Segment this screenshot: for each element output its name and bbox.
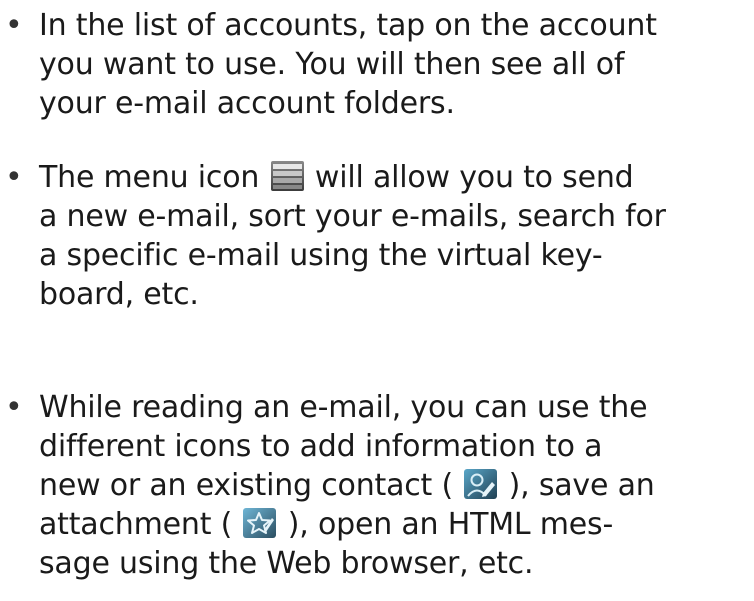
text-line: board, etc. xyxy=(39,277,199,312)
text-line: new or an existing contact ( ), save an xyxy=(39,466,754,505)
text-line: The menu icon will allow you to send xyxy=(39,158,754,197)
bullet-item-reading-email: • While reading an e-mail, you can use t… xyxy=(0,388,754,583)
text-fragment: ), save an xyxy=(508,468,655,503)
bullet-marker: • xyxy=(5,390,23,425)
text-fragment: ), open an HTML mes- xyxy=(287,507,614,542)
menu-icon xyxy=(270,161,304,191)
text-fragment: The menu icon xyxy=(39,160,260,195)
text-line: you want to use. You will then see all o… xyxy=(39,47,625,82)
text-line: a specific e-mail using the virtual key- xyxy=(39,238,603,273)
text-line: different icons to add information to a xyxy=(39,429,603,464)
bullet-item-menu-icon: • The menu icon will allow you to send a… xyxy=(0,158,754,314)
bullet-item-select-account: • In the list of accounts, tap on the ac… xyxy=(0,6,754,123)
bullet-marker: • xyxy=(5,160,23,195)
text-fragment: attachment ( xyxy=(39,507,233,542)
add-contact-icon xyxy=(464,469,498,499)
text-line: While reading an e-mail, you can use the xyxy=(39,390,648,425)
text-line: attachment ( ), open an HTML mes- xyxy=(39,505,754,544)
instruction-page: • In the list of accounts, tap on the ac… xyxy=(0,0,754,601)
text-fragment: new or an existing contact ( xyxy=(39,468,453,503)
text-line: sage using the Web browser, etc. xyxy=(39,546,534,581)
text-line: In the list of accounts, tap on the acco… xyxy=(39,8,657,43)
bullet-marker: • xyxy=(5,8,23,43)
text-fragment: will allow you to send xyxy=(314,160,634,195)
text-line: your e-mail account folders. xyxy=(39,86,455,121)
save-attachment-icon xyxy=(243,508,277,538)
text-line: a new e-mail, sort your e-mails, search … xyxy=(39,199,666,234)
